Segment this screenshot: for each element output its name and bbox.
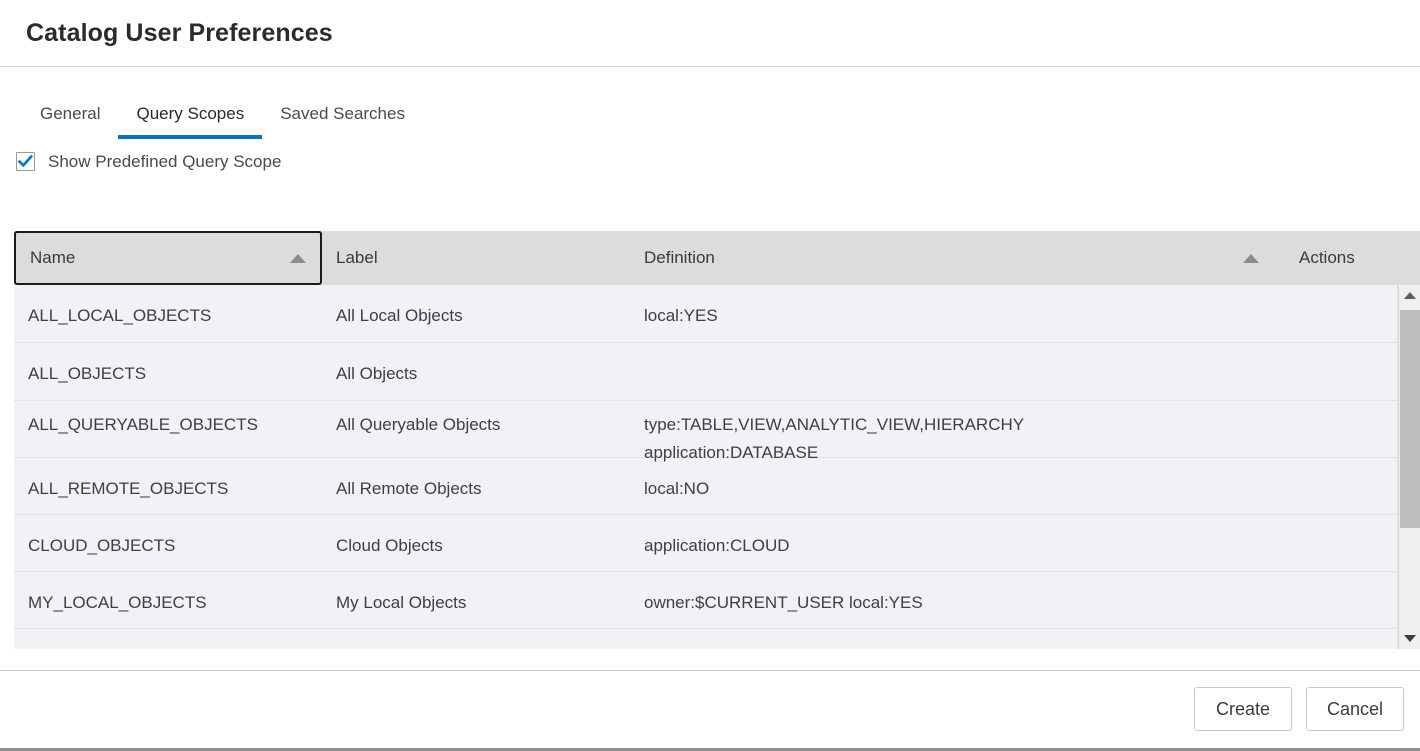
cell-label: All Remote Objects bbox=[336, 479, 482, 498]
checkmark-icon bbox=[18, 154, 33, 168]
cell-name bbox=[14, 629, 322, 646]
triangle-up-icon bbox=[1403, 292, 1416, 299]
create-button[interactable]: Create bbox=[1194, 687, 1292, 731]
table-body-outer: ALL_LOCAL_OBJECTS All Local Objects loca… bbox=[14, 285, 1420, 649]
table-row[interactable]: ALL_REMOTE_OBJECTS All Remote Objects lo… bbox=[14, 458, 1397, 515]
cell-label bbox=[322, 629, 630, 646]
column-header-name-label: Name bbox=[30, 248, 76, 267]
table-vertical-scrollbar[interactable] bbox=[1398, 285, 1420, 649]
show-predefined-query-scope-row: Show Predefined Query Scope bbox=[0, 139, 1420, 184]
cell-name: ALL_OBJECTS bbox=[28, 364, 147, 383]
page-title: Catalog User Preferences bbox=[26, 18, 333, 47]
table-row[interactable]: ALL_LOCAL_OBJECTS All Local Objects loca… bbox=[14, 285, 1397, 343]
dialog-header: Catalog User Preferences bbox=[0, 0, 1420, 67]
cell-actions[interactable] bbox=[1273, 401, 1397, 411]
cell-definition bbox=[630, 629, 1273, 646]
column-header-label[interactable]: Label bbox=[322, 231, 630, 285]
table-row[interactable]: CLOUD_OBJECTS Cloud Objects application:… bbox=[14, 515, 1397, 572]
cell-actions[interactable] bbox=[1273, 458, 1397, 475]
table-header-row: Name Label Definition Actions bbox=[14, 231, 1420, 285]
scrollbar-thumb[interactable] bbox=[1400, 310, 1420, 528]
cell-definition: local:YES bbox=[644, 306, 718, 325]
show-predefined-query-scope-label[interactable]: Show Predefined Query Scope bbox=[48, 152, 281, 172]
cell-actions[interactable] bbox=[1273, 285, 1397, 302]
cancel-button[interactable]: Cancel bbox=[1306, 687, 1404, 731]
column-header-definition-label: Definition bbox=[644, 248, 715, 267]
sort-ascending-icon bbox=[290, 253, 306, 263]
cell-definition: owner:$CURRENT_USER local:YES bbox=[644, 593, 923, 612]
column-header-definition[interactable]: Definition bbox=[630, 231, 1273, 285]
cell-label: All Local Objects bbox=[336, 306, 463, 325]
table-row[interactable]: ALL_QUERYABLE_OBJECTS All Queryable Obje… bbox=[14, 401, 1397, 462]
column-header-actions[interactable]: Actions bbox=[1273, 231, 1420, 285]
column-header-name[interactable]: Name bbox=[14, 231, 322, 285]
cell-actions[interactable] bbox=[1273, 515, 1397, 532]
table-body: ALL_LOCAL_OBJECTS All Local Objects loca… bbox=[14, 285, 1398, 649]
cell-name: MY_LOCAL_OBJECTS bbox=[28, 593, 207, 612]
tab-general[interactable]: General bbox=[22, 103, 118, 139]
cell-name: ALL_QUERYABLE_OBJECTS bbox=[28, 415, 258, 434]
dialog-footer: Create Cancel bbox=[0, 671, 1420, 747]
scroll-down-button[interactable] bbox=[1399, 628, 1420, 649]
cell-label: Cloud Objects bbox=[336, 536, 443, 555]
table-row[interactable] bbox=[14, 629, 1397, 649]
tab-saved-searches[interactable]: Saved Searches bbox=[262, 103, 423, 139]
cell-label: All Queryable Objects bbox=[336, 415, 501, 434]
tab-bar: General Query Scopes Saved Searches bbox=[0, 67, 1420, 139]
cell-name: ALL_LOCAL_OBJECTS bbox=[28, 306, 212, 325]
show-predefined-query-scope-checkbox[interactable] bbox=[16, 152, 35, 171]
cell-definition: local:NO bbox=[644, 479, 710, 498]
cell-label: My Local Objects bbox=[336, 593, 467, 612]
tab-query-scopes[interactable]: Query Scopes bbox=[118, 103, 262, 139]
cell-name: ALL_REMOTE_OBJECTS bbox=[28, 479, 229, 498]
cell-definition: application:CLOUD bbox=[644, 536, 790, 555]
cell-actions[interactable] bbox=[1273, 572, 1397, 589]
cell-definition bbox=[630, 343, 1273, 360]
table-row[interactable]: MY_LOCAL_OBJECTS My Local Objects owner:… bbox=[14, 572, 1397, 629]
triangle-down-icon bbox=[1403, 635, 1416, 642]
column-header-label-label: Label bbox=[336, 248, 378, 267]
cell-actions[interactable] bbox=[1273, 343, 1397, 360]
column-header-actions-label: Actions bbox=[1299, 248, 1355, 267]
cell-label: All Objects bbox=[336, 364, 418, 383]
table-row[interactable]: ALL_OBJECTS All Objects bbox=[14, 343, 1397, 401]
sort-ascending-icon bbox=[1243, 253, 1259, 263]
cell-name: CLOUD_OBJECTS bbox=[28, 536, 176, 555]
cell-actions[interactable] bbox=[1273, 629, 1397, 646]
scroll-up-button[interactable] bbox=[1399, 285, 1420, 306]
query-scopes-table: Name Label Definition Actions ALL_LOCAL_… bbox=[14, 231, 1420, 649]
